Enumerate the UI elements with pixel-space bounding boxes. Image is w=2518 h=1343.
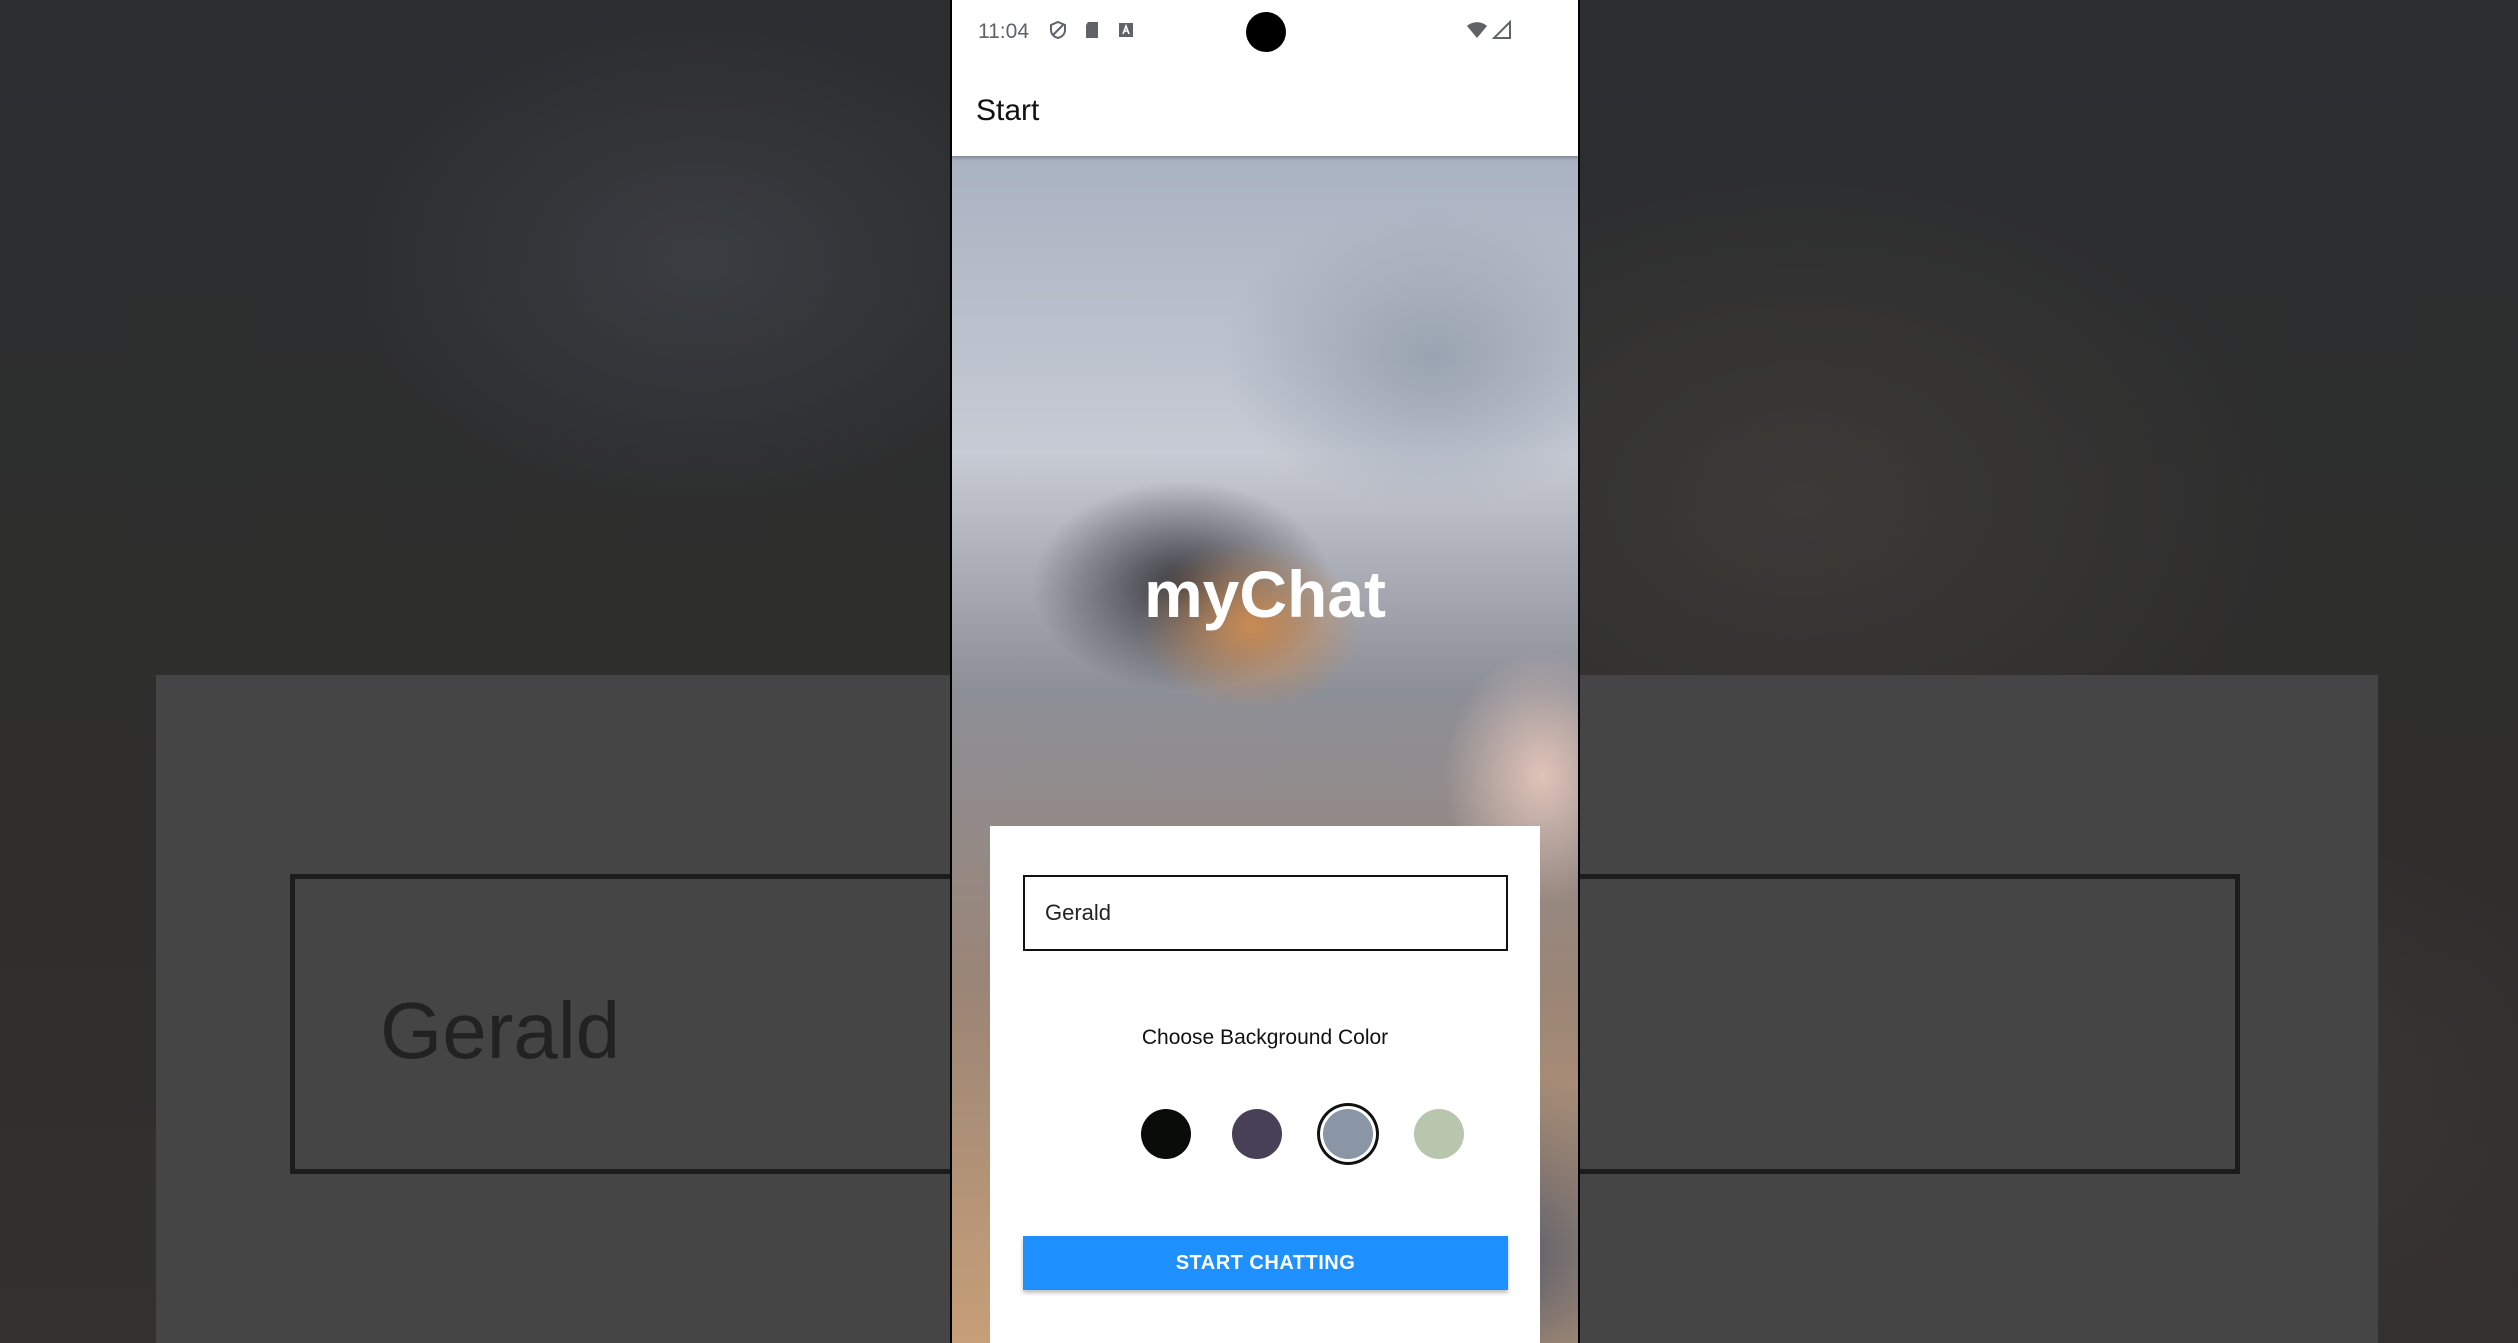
app-title: myChat (1143, 557, 1387, 631)
start-form-card: Choose Background Color START CHATTING (990, 826, 1540, 1343)
color-swatch-gray-blue[interactable] (1323, 1109, 1373, 1159)
sd-card-icon (1082, 20, 1102, 40)
start-chatting-button[interactable]: START CHATTING (1023, 1236, 1508, 1290)
text-a-icon (1116, 20, 1136, 40)
hero-background-image: myChat Choose Background Color START CHA… (952, 156, 1578, 1343)
page-title: Start (976, 94, 1040, 127)
wifi-icon (1466, 20, 1487, 40)
color-swatch-purple[interactable] (1232, 1109, 1282, 1159)
name-input[interactable] (1023, 875, 1508, 951)
color-swatch-green[interactable] (1414, 1109, 1464, 1159)
status-time: 11:04 (978, 20, 1029, 43)
backdrop-name-text: Gerald (380, 986, 621, 1075)
app-bar: Start (952, 62, 1578, 156)
color-swatch-black[interactable] (1141, 1109, 1191, 1159)
camera-cutout (1246, 12, 1286, 52)
phone-screen: 11:04 Start myChat Choose Background Col… (952, 0, 1578, 1343)
color-choice-label: Choose Background Color (1141, 1026, 1389, 1049)
shield-icon (1048, 20, 1068, 40)
status-bar: 11:04 (952, 0, 1578, 62)
cell-signal-icon (1491, 19, 1512, 40)
